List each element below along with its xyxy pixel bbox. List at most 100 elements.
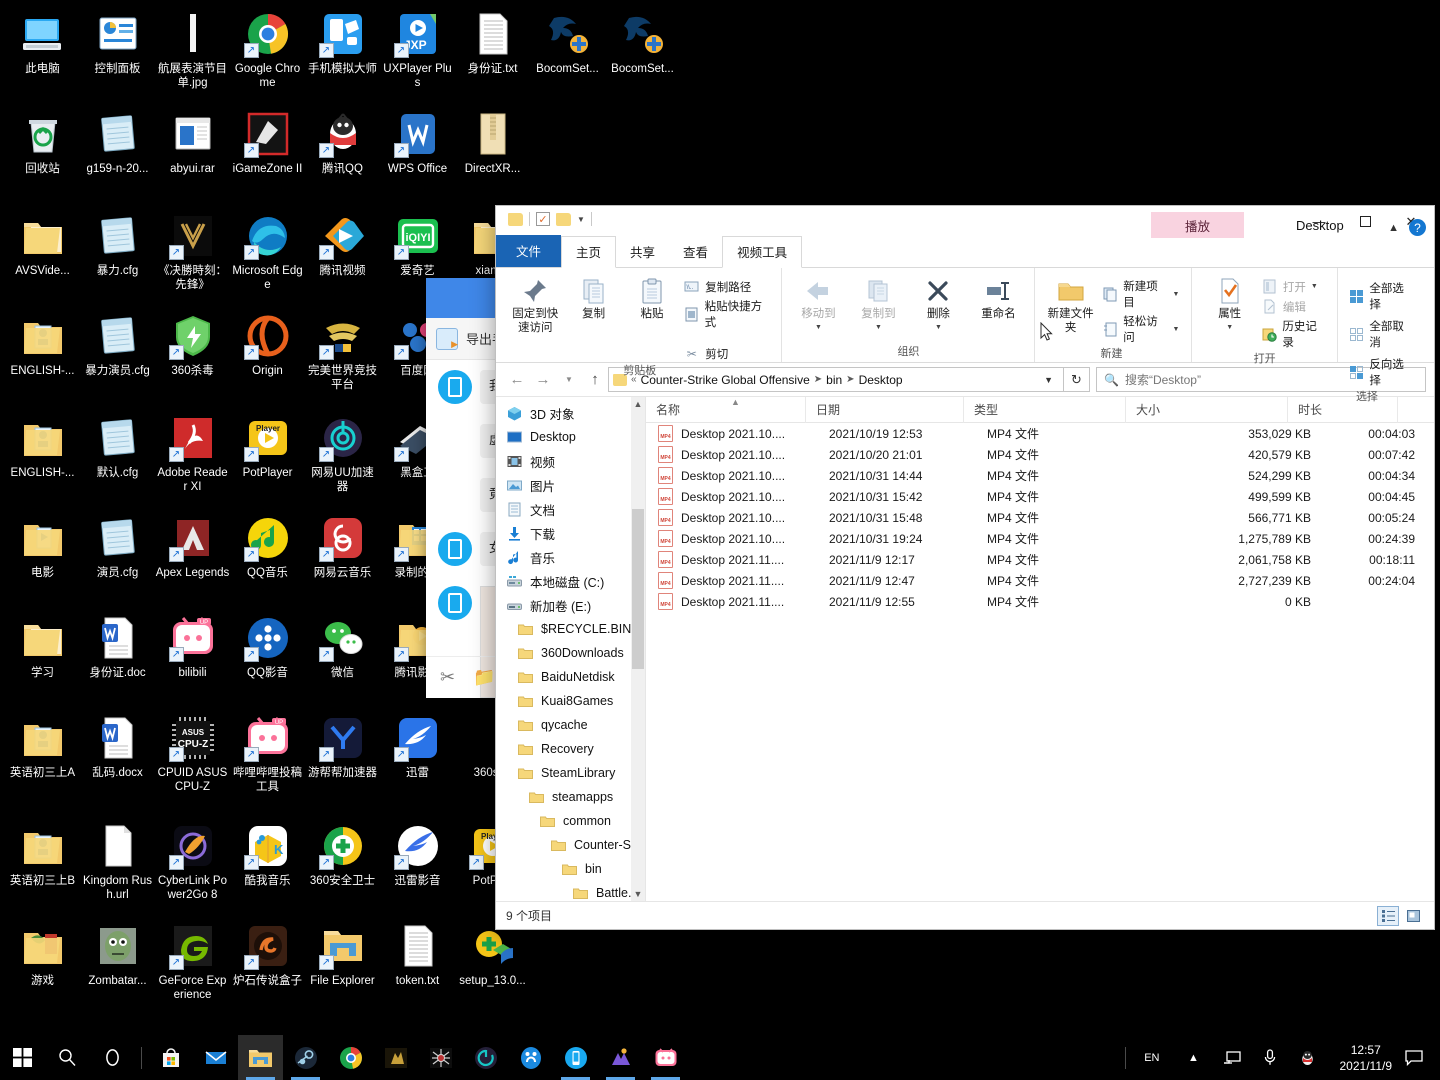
- chevron-down-icon[interactable]: ▼: [935, 321, 942, 335]
- copy-to-button[interactable]: 复制到 ▼: [850, 272, 906, 338]
- microphone-icon[interactable]: [1258, 1046, 1282, 1070]
- column-header-type[interactable]: 类型: [964, 396, 1126, 423]
- chevron-down-icon[interactable]: ▼: [1038, 375, 1059, 385]
- rename-button[interactable]: 重命名: [970, 272, 1026, 324]
- chevron-down-icon[interactable]: ▼: [815, 321, 822, 335]
- nav-item[interactable]: BaiduNetdisk: [496, 665, 645, 689]
- copy-path-button[interactable]: \\.. 复制路径: [683, 278, 771, 295]
- column-headers[interactable]: 名称 日期 类型 大小 时长 ▲: [646, 396, 1434, 423]
- tab-video-tools[interactable]: 视频工具: [722, 236, 803, 268]
- desktop-icon[interactable]: 航展表演节目单.jpg: [155, 0, 230, 100]
- taskbar-item-phone-sim[interactable]: [553, 1035, 598, 1080]
- language-indicator[interactable]: EN: [1132, 1052, 1171, 1064]
- desktop-icon[interactable]: 游戏: [5, 912, 80, 1012]
- folder-icon[interactable]: 📁: [473, 667, 495, 688]
- minimize-button[interactable]: —: [1296, 206, 1342, 237]
- desktop-icon[interactable]: abyui.rar: [155, 100, 230, 200]
- invert-selection-button[interactable]: 反向选择: [1348, 356, 1414, 388]
- desktop-icon[interactable]: 默认.cfg: [80, 404, 155, 504]
- properties-check-icon[interactable]: ✓: [536, 212, 550, 226]
- nav-item[interactable]: $RECYCLE.BIN: [496, 617, 645, 641]
- nav-item[interactable]: Recovery: [496, 737, 645, 761]
- desktop-icon[interactable]: Google Chrome: [230, 0, 305, 100]
- chevron-up-icon[interactable]: ▲: [1182, 1046, 1206, 1070]
- chevron-down-icon[interactable]: ▼: [1311, 283, 1318, 290]
- table-row[interactable]: Desktop 2021.10.... 2021/10/20 21:01 MP4 文…: [646, 444, 1434, 465]
- nav-item[interactable]: 本地磁盘 (C:): [496, 569, 645, 593]
- notification-icon[interactable]: [1402, 1046, 1426, 1070]
- nav-item[interactable]: 视频: [496, 449, 645, 473]
- taskbar-item-file-explorer[interactable]: [238, 1035, 283, 1080]
- desktop-icon[interactable]: g159-n-20...: [80, 100, 155, 200]
- desktop-icon[interactable]: 迅雷: [380, 704, 455, 804]
- edit-button[interactable]: 编辑: [1261, 298, 1327, 315]
- desktop-icon[interactable]: ASUSCPU-Z CPUID ASUS CPU-Z: [155, 704, 230, 804]
- desktop-icon[interactable]: 身份证.txt: [455, 0, 530, 100]
- large-icons-view-icon[interactable]: [1402, 906, 1424, 926]
- refresh-icon[interactable]: ↻: [1064, 367, 1090, 392]
- taskbar-item-mindmaster[interactable]: [598, 1035, 643, 1080]
- move-to-button[interactable]: 移动到 ▼: [790, 272, 846, 338]
- taskbar[interactable]: EN ▲ 12:57 2021/11/9: [0, 1035, 1440, 1080]
- chevron-down-icon[interactable]: ▼: [1173, 326, 1180, 333]
- desktop-icon[interactable]: Kingdom Rush.url: [80, 812, 155, 912]
- nav-item[interactable]: 3D 对象: [496, 401, 645, 425]
- tab-file[interactable]: 文件: [496, 235, 562, 267]
- desktop-icon[interactable]: Origin: [230, 302, 305, 402]
- desktop-icon[interactable]: 暴力.cfg: [80, 202, 155, 302]
- chevron-up-icon[interactable]: ▲: [1388, 222, 1399, 234]
- file-list-pane[interactable]: 名称 日期 类型 大小 时长 ▲ Desktop 2021.10.... 2021…: [646, 396, 1434, 901]
- taskbar-item-steam[interactable]: [283, 1035, 328, 1080]
- nav-scrollbar[interactable]: ▲ ▼: [631, 397, 645, 901]
- search-button[interactable]: [45, 1035, 90, 1080]
- column-header-size[interactable]: 大小: [1126, 396, 1288, 423]
- desktop-icon[interactable]: File Explorer: [305, 912, 380, 1012]
- properties-button[interactable]: 属性 ▼: [1202, 272, 1256, 338]
- tab-share[interactable]: 共享: [616, 237, 669, 267]
- penguin-icon[interactable]: [1296, 1046, 1320, 1070]
- system-tray[interactable]: EN ▲ 12:57 2021/11/9: [1119, 1035, 1440, 1080]
- desktop-icon[interactable]: ENGLISH-...: [5, 404, 80, 504]
- navigation-pane[interactable]: 3D 对象 Desktop 视频 图片 文档 下载 音乐 本地磁盘 (C:) 新加卷 (E:) $…: [496, 397, 646, 901]
- nav-item[interactable]: Kuai8Games: [496, 689, 645, 713]
- desktop-icon[interactable]: 英语初三上B: [5, 812, 80, 912]
- desktop-icon[interactable]: 电影: [5, 504, 80, 604]
- nav-item[interactable]: steamapps: [496, 785, 645, 809]
- details-view-icon[interactable]: [1377, 905, 1399, 926]
- network-icon[interactable]: [1220, 1046, 1244, 1070]
- table-row[interactable]: Desktop 2021.11.... 2021/11/9 12:17 MP4 文件…: [646, 549, 1434, 570]
- desktop-icon[interactable]: Zombatar...: [80, 912, 155, 1012]
- taskbar-item-uu-booster[interactable]: [463, 1035, 508, 1080]
- new-item-button[interactable]: 新建项目 ▼: [1102, 278, 1179, 310]
- pin-to-quick-access-button[interactable]: 固定到快速访问: [508, 272, 562, 338]
- table-row[interactable]: Desktop 2021.10.... 2021/10/31 14:44 MP4 文…: [646, 465, 1434, 486]
- chevron-down-icon[interactable]: ▼: [631, 887, 645, 901]
- desktop-icon[interactable]: 360杀毒: [155, 302, 230, 402]
- desktop-icon[interactable]: 手机模拟大师: [305, 0, 380, 100]
- nav-item[interactable]: Battle.n: [496, 881, 645, 901]
- taskbar-item-spider[interactable]: [418, 1035, 463, 1080]
- copy-button[interactable]: 复制: [566, 272, 620, 324]
- desktop-icon[interactable]: 回收站: [5, 100, 80, 200]
- desktop-icon[interactable]: Adobe Reader XI: [155, 404, 230, 504]
- view-buttons[interactable]: [1377, 905, 1424, 926]
- desktop-icon[interactable]: JXP UXPlayer Plus: [380, 0, 455, 100]
- easy-access-button[interactable]: 轻松访问 ▼: [1102, 313, 1180, 345]
- help-icon[interactable]: ?: [1409, 219, 1426, 236]
- desktop-icon[interactable]: 身份证.doc: [80, 604, 155, 704]
- desktop-icon[interactable]: 此电脑: [5, 0, 80, 100]
- desktop-icon[interactable]: UP bilibili: [155, 604, 230, 704]
- history-button[interactable]: 历史记录: [1261, 318, 1327, 350]
- scissors-icon[interactable]: ✂: [440, 667, 455, 688]
- delete-button[interactable]: 删除 ▼: [910, 272, 966, 338]
- chevron-down-icon[interactable]: ▼: [1226, 321, 1233, 335]
- desktop-icon[interactable]: 腾讯视频: [305, 202, 380, 302]
- tray-icons[interactable]: ▲: [1172, 1046, 1330, 1070]
- desktop-icon[interactable]: 演员.cfg: [80, 504, 155, 604]
- desktop-icon[interactable]: ENGLISH-...: [5, 302, 80, 402]
- desktop-icon[interactable]: 迅雷影音: [380, 812, 455, 912]
- column-header-duration[interactable]: 时长: [1288, 396, 1398, 423]
- desktop-icon[interactable]: CyberLink Power2Go 8: [155, 812, 230, 912]
- new-folder-icon[interactable]: [556, 212, 571, 226]
- taskbar-items[interactable]: [0, 1035, 688, 1080]
